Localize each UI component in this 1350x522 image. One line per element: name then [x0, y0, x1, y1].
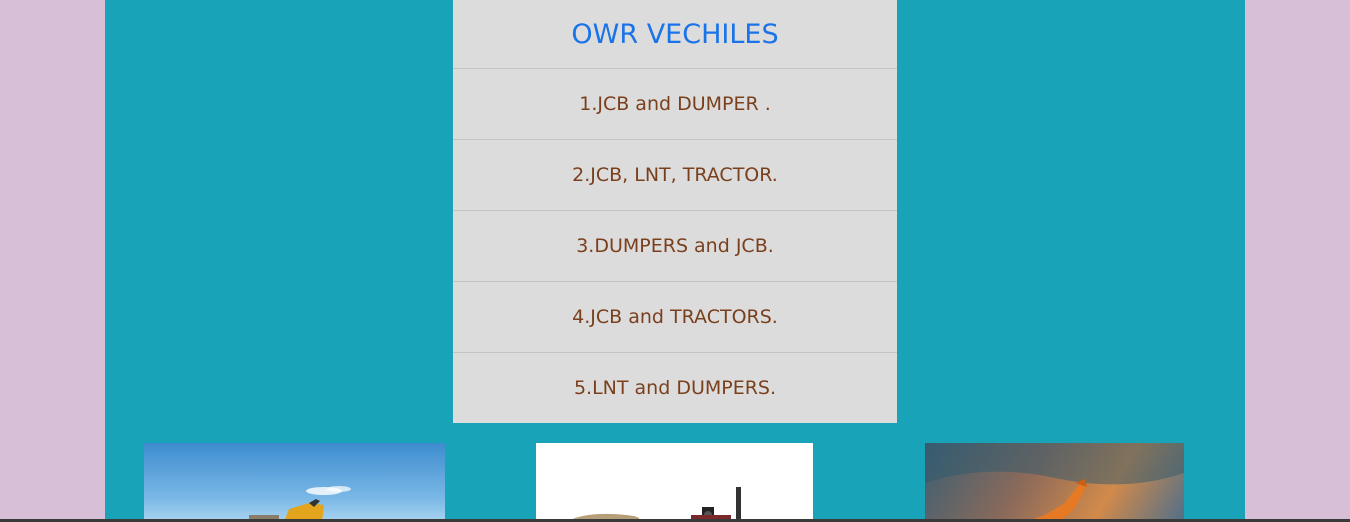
vehicle-item-2: 2.JCB, LNT, TRACTOR. [453, 140, 897, 211]
vehicle-item-5: 5.LNT and DUMPERS. [573, 377, 777, 399]
vehicles-panel: OWR VECHILES 1.JCB and DUMPER . 2.JCB, L… [453, 0, 897, 423]
excavator-sunset-photo [925, 443, 1184, 522]
excavator-sky-photo [144, 443, 445, 522]
vehicle-item-3: 3.DUMPERS and JCB. [453, 211, 897, 282]
panel-title: OWR VECHILES [453, 0, 897, 69]
vehicle-item-4: 4.JCB and TRACTORS. [453, 282, 897, 353]
tractor-photo [536, 443, 813, 522]
vehicle-item-1: 1.JCB and DUMPER . [453, 69, 897, 140]
main-container: OWR VECHILES 1.JCB and DUMPER . 2.JCB, L… [105, 0, 1245, 522]
